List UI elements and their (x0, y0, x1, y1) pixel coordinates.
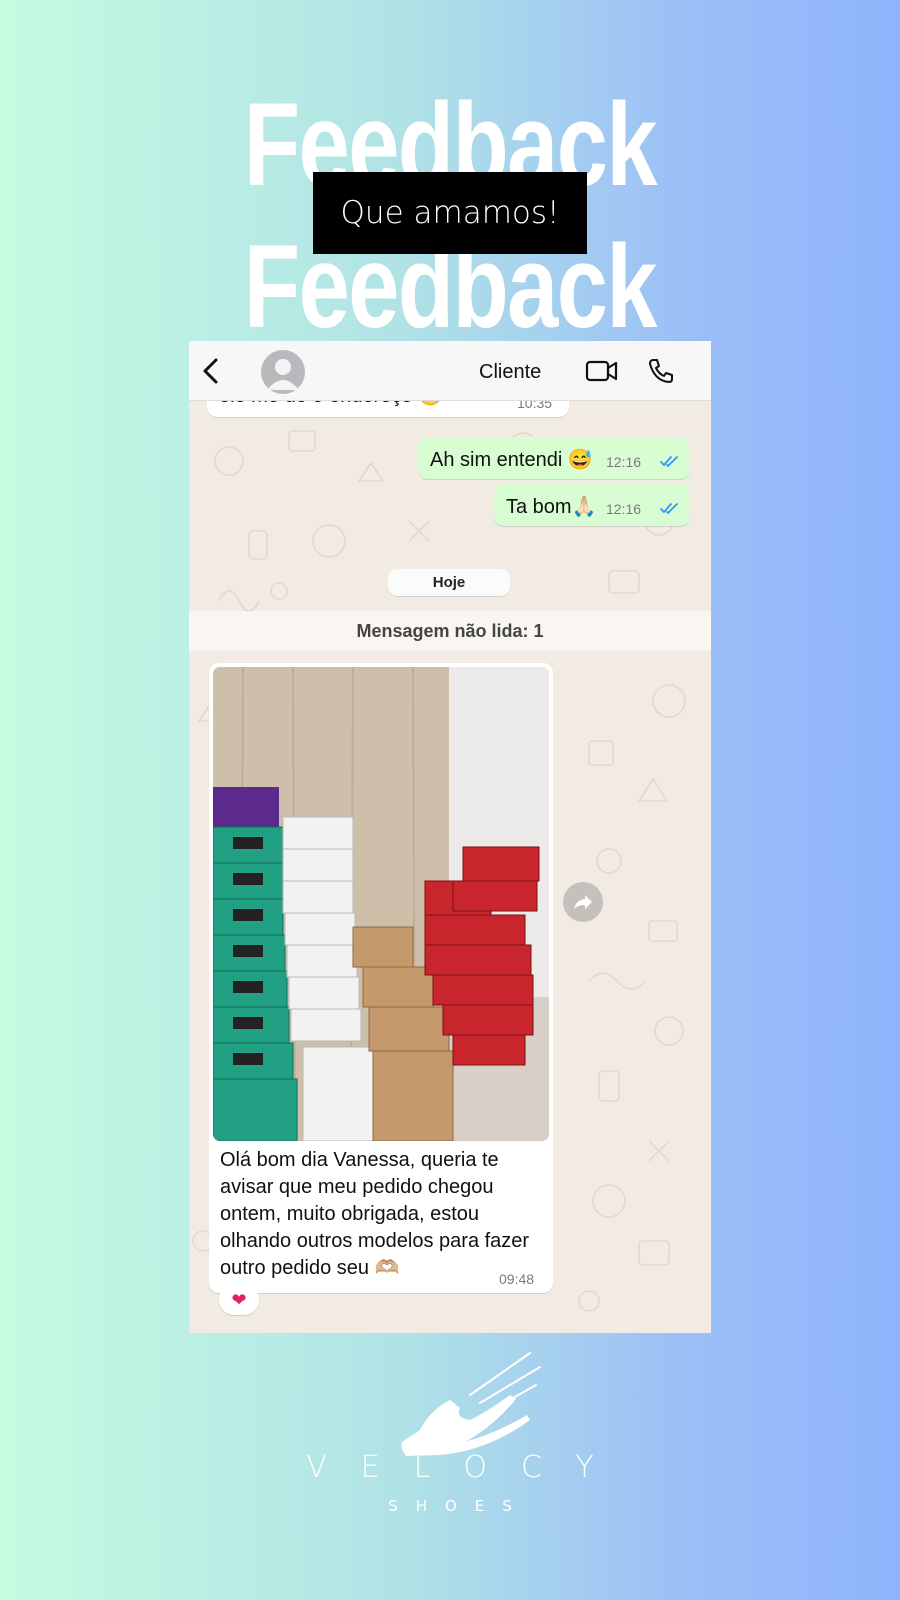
double-check-icon (660, 503, 678, 515)
brand-subtitle: SHOES (388, 1497, 530, 1515)
unread-notice: Mensagem não lida: 1 (189, 611, 711, 651)
message-text: Ah sim entendi 😅 (430, 449, 593, 471)
shoe-boxes-photo[interactable] (213, 667, 549, 1141)
brand-name: VELOCY (306, 1450, 628, 1485)
message-time: 12:16 (606, 454, 642, 470)
forward-button[interactable] (563, 882, 603, 922)
tagline-text: Que amamos! (340, 195, 560, 231)
message-text: Ta bom🙏🏻 (506, 496, 597, 518)
message-time: 12:16 (606, 501, 642, 517)
reaction-heart[interactable]: ❤ (219, 1285, 259, 1315)
chat-screenshot: Cliente ele me dê o endereço 😊 10:35 Ah … (189, 341, 711, 1333)
photo-caption: Olá bom dia Vanessa, queria te avisar qu… (220, 1149, 530, 1279)
double-check-icon (660, 456, 678, 468)
video-camera-icon[interactable] (585, 359, 619, 383)
phone-icon[interactable] (647, 357, 675, 385)
message-bubble-outgoing[interactable]: Ah sim entendi 😅 12:16 (418, 437, 690, 479)
contact-name[interactable]: Cliente (479, 361, 541, 384)
chevron-left-icon[interactable] (201, 357, 221, 385)
photo-message-bubble[interactable]: Olá bom dia Vanessa, queria te avisar qu… (209, 663, 553, 1293)
day-separator: Hoje (388, 569, 510, 596)
message-bubble-outgoing[interactable]: Ta bom🙏🏻 12:16 (494, 484, 690, 526)
avatar[interactable] (261, 350, 305, 394)
message-time: 09:48 (499, 1271, 535, 1287)
velocy-logo-shoe-icon (401, 1352, 541, 1456)
avatar-icon (267, 359, 299, 390)
chat-header: Cliente (189, 341, 711, 401)
heart-icon: ❤ (231, 1289, 247, 1311)
forward-icon (574, 895, 592, 909)
tagline-box: Que amamos! (313, 172, 587, 254)
